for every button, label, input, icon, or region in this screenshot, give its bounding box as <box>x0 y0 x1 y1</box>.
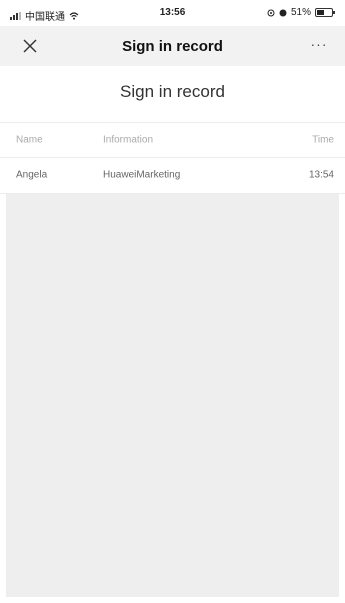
table-header: Name Information Time <box>0 122 345 158</box>
battery-icon <box>315 8 335 17</box>
nav-title: Sign in record <box>122 38 223 55</box>
battery-level <box>317 10 324 15</box>
column-header-name: Name <box>16 134 43 146</box>
more-icon: ··· <box>310 36 328 52</box>
alarm-icon <box>279 9 287 16</box>
more-button[interactable]: ··· <box>307 36 331 56</box>
nav-bar: Sign in record ··· <box>0 26 345 66</box>
empty-list-area <box>6 194 339 597</box>
status-right: 51% <box>267 7 335 18</box>
table-row[interactable]: Angela HuaweiMarketing 13:54 <box>0 157 345 194</box>
column-header-time: Time <box>312 134 334 146</box>
row-name: Angela <box>16 169 48 181</box>
status-bar: 中国联通 13:56 51% <box>0 0 345 26</box>
content-area: Sign in record Name Information Time Ang… <box>0 66 345 603</box>
phone-screen: 中国联通 13:56 51% Sign in record ··· Sign i… <box>0 0 345 603</box>
location-icon <box>267 9 275 16</box>
column-header-information: Information <box>103 134 154 146</box>
row-information: HuaweiMarketing <box>103 169 181 181</box>
row-time: 13:54 <box>308 169 334 181</box>
page-heading: Sign in record <box>120 82 225 101</box>
battery-percent: 51% <box>290 7 311 18</box>
